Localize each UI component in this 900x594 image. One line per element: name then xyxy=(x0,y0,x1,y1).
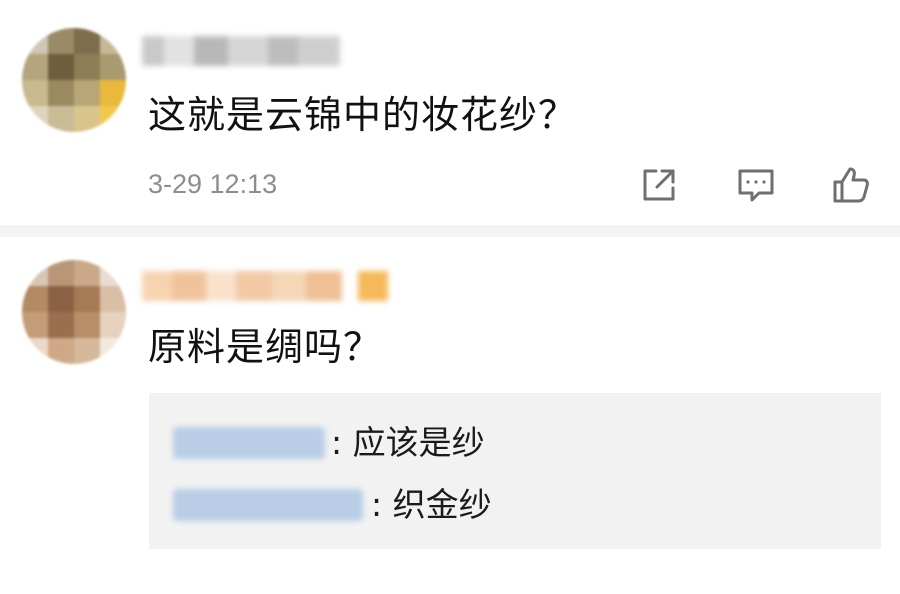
reply-username-blurred[interactable] xyxy=(173,427,325,459)
username-blurred[interactable] xyxy=(142,265,392,309)
avatar[interactable] xyxy=(22,28,126,132)
username-blurred[interactable] xyxy=(142,30,342,74)
comment-item: 原料是绸吗？ : 应该是纱 : 织金纱 xyxy=(0,238,900,594)
share-icon[interactable] xyxy=(638,164,680,206)
comment-timestamp: 3-29 12:13 xyxy=(148,169,278,199)
avatar[interactable] xyxy=(22,260,126,364)
reply-username-blurred[interactable] xyxy=(173,489,363,521)
comment-item: 这就是云锦中的妆花纱？ 3-29 12:13 xyxy=(0,0,900,226)
comment-icon[interactable] xyxy=(735,164,777,206)
reply-text: : 织金纱 xyxy=(371,485,492,524)
reply-text: : 应该是纱 xyxy=(331,423,485,462)
reply-preview-box[interactable]: : 应该是纱 : 织金纱 xyxy=(149,393,881,549)
like-icon[interactable] xyxy=(830,164,872,206)
comment-text: 原料是绸吗？ xyxy=(148,325,383,369)
comment-text: 这就是云锦中的妆花纱？ xyxy=(148,93,578,137)
comment-separator xyxy=(0,226,900,237)
